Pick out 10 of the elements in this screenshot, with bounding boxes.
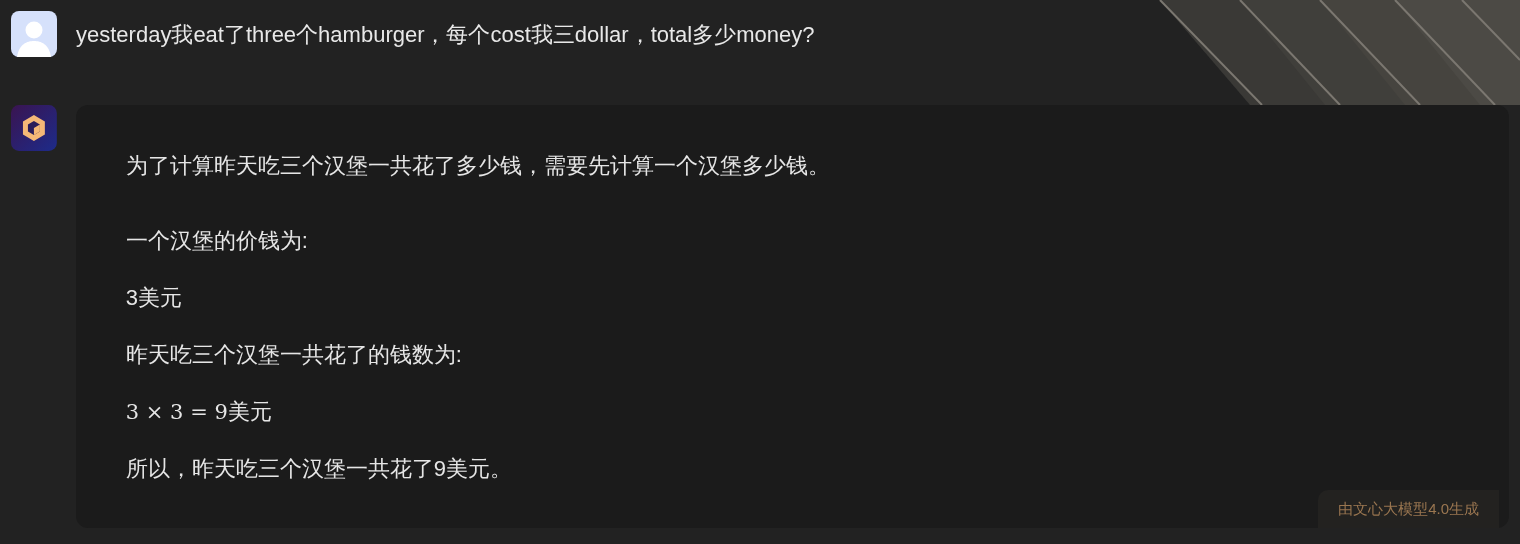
assistant-avatar-icon: [11, 105, 57, 151]
answer-paragraph: 3美元: [125, 284, 184, 312]
answer-paragraph: 为了计算昨天吃三个汉堡一共花了多少钱，需要先计算一个汉堡多少钱。: [125, 152, 831, 180]
answer-paragraph: 昨天吃三个汉堡一共花了的钱数为:: [125, 341, 463, 369]
answer-paragraph: 一个汉堡的价钱为:: [125, 227, 309, 255]
user-avatar-icon: [11, 11, 57, 57]
generated-badge: 由文心大模型4.0生成: [1318, 489, 1499, 528]
math-formula: 3 × 3 = 9美元: [125, 398, 273, 426]
user-message: yesterday我eat了three个hamburger，每个cost我三dollar，total多少money?: [76, 20, 815, 49]
answer-paragraph: 所以，昨天吃三个汉堡一共花了9美元。: [125, 455, 514, 483]
